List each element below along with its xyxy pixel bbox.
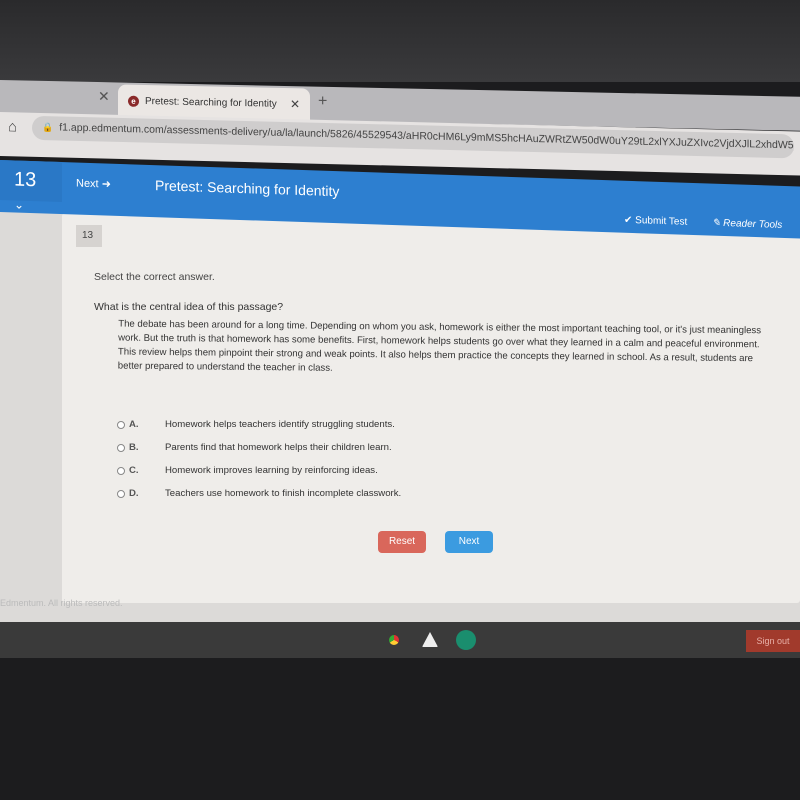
passage: The debate has been around for a long ti…: [117, 318, 762, 374]
question-selector[interactable]: 13 ⌄: [0, 160, 62, 212]
option-a[interactable]: A. Homework helps teachers identify strug…: [117, 413, 401, 436]
monitor-bezel: [0, 0, 800, 82]
option-d[interactable]: D. Teachers use homework to finish incomp…: [117, 482, 401, 505]
next-question-button[interactable]: Next ➜: [76, 177, 111, 191]
content-area: 13 Select the correct answer. What is th…: [0, 205, 800, 625]
reader-tools-button[interactable]: ✎ Reader Tools: [712, 218, 782, 231]
chevron-down-icon: ⌄: [14, 197, 25, 212]
question-card: 13 Select the correct answer. What is th…: [62, 213, 800, 603]
question-badge: 13: [76, 225, 102, 247]
radio-button[interactable]: [117, 420, 125, 429]
radio-button[interactable]: [117, 443, 125, 452]
close-tab-icon[interactable]: ✕: [98, 88, 110, 105]
radio-button[interactable]: [117, 489, 125, 498]
arrow-right-circle-icon: ➜: [101, 178, 111, 191]
lock-icon: 🔒: [42, 122, 54, 133]
next-label: Next: [76, 177, 99, 191]
option-letter: D.: [129, 488, 139, 499]
new-tab-icon[interactable]: +: [318, 93, 327, 111]
wrench-icon: ✎: [712, 217, 724, 229]
option-c[interactable]: C. Homework improves learning by reinforc…: [117, 459, 401, 482]
close-tab-icon[interactable]: ✕: [290, 97, 300, 111]
meet-icon[interactable]: [456, 630, 476, 650]
instruction: Select the correct answer.: [94, 271, 215, 283]
option-text: Homework improves learning by reinforcin…: [165, 465, 378, 476]
answer-options: A. Homework helps teachers identify strug…: [117, 413, 401, 505]
next-button[interactable]: Next: [445, 531, 493, 553]
os-shelf: Sign out: [0, 622, 800, 658]
reset-button[interactable]: Reset: [378, 531, 426, 553]
home-icon[interactable]: ⌂: [8, 118, 17, 135]
question-prompt: What is the central idea of this passage…: [94, 301, 284, 313]
check-circle-icon: ✔: [624, 214, 636, 227]
option-text: Teachers use homework to finish incomple…: [165, 488, 402, 499]
tab-title: Pretest: Searching for Identity: [145, 95, 277, 110]
chrome-icon[interactable]: [384, 630, 404, 650]
option-text: Homework helps teachers identify struggl…: [165, 419, 395, 430]
sign-out-button[interactable]: Sign out: [746, 630, 800, 652]
edmentum-favicon-icon: e: [128, 95, 139, 107]
copyright-footer: Edmentum. All rights reserved.: [0, 598, 123, 608]
radio-button[interactable]: [117, 466, 125, 475]
submit-label: Submit Test: [635, 215, 688, 228]
page-title: Pretest: Searching for Identity: [155, 177, 340, 200]
option-letter: A.: [129, 419, 139, 430]
option-letter: C.: [129, 465, 139, 476]
google-drive-icon[interactable]: [422, 632, 438, 647]
submit-test-button[interactable]: ✔ Submit Test: [624, 215, 687, 228]
question-number: 13: [14, 168, 37, 192]
option-letter: B.: [129, 442, 139, 453]
reader-tools-label: Reader Tools: [723, 217, 783, 231]
option-b[interactable]: B. Parents find that homework helps their…: [117, 436, 401, 459]
option-text: Parents find that homework helps their c…: [165, 442, 392, 453]
